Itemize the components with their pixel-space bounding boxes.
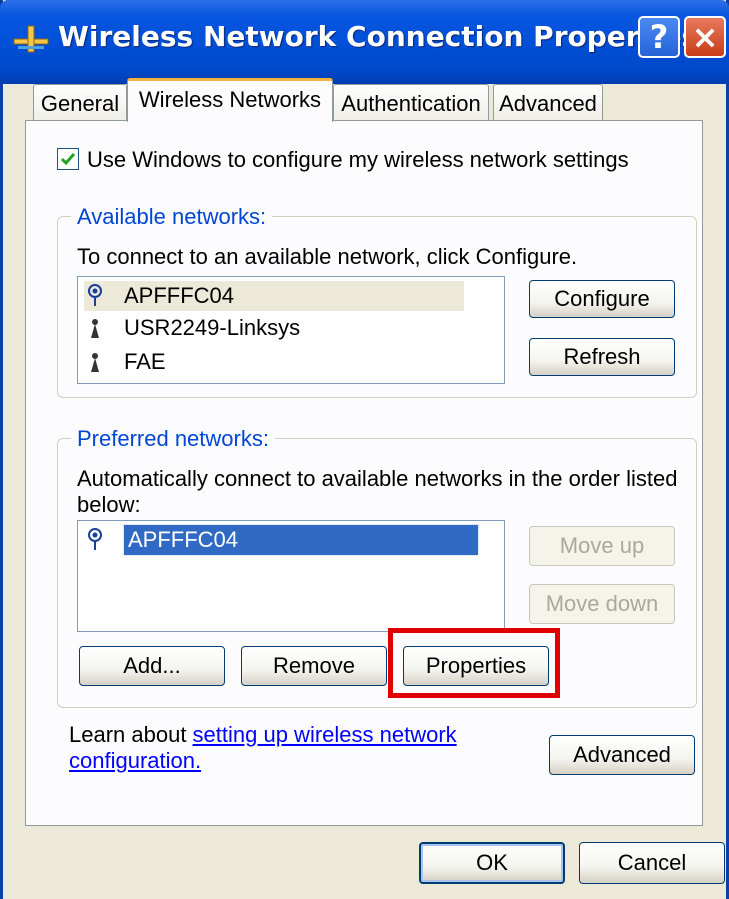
help-button[interactable]: ?	[638, 16, 680, 58]
title-bar[interactable]: Wireless Network Connection Properties ?…	[0, 0, 729, 84]
wireless-preferred-icon	[88, 528, 102, 550]
learn-about-text-line2: configuration.	[69, 748, 201, 774]
available-instructions: To connect to an available network, clic…	[77, 244, 578, 269]
wireless-preferred-icon	[88, 284, 102, 306]
list-item[interactable]: APFFFC04	[84, 281, 464, 311]
preferred-networks-legend: Preferred networks:	[71, 426, 275, 452]
tab-wireless-networks[interactable]: Wireless Networks	[127, 78, 333, 122]
learn-prefix: Learn about	[69, 722, 193, 747]
wireless-config-link-line2[interactable]: configuration.	[69, 748, 201, 773]
move-down-button[interactable]: Move down	[529, 584, 675, 624]
preferred-networks-list[interactable]: APFFFC04	[77, 520, 505, 632]
cancel-button[interactable]: Cancel	[579, 842, 725, 884]
refresh-button[interactable]: Refresh	[529, 338, 675, 376]
advanced-button[interactable]: Advanced	[549, 735, 695, 775]
window-title: Wireless Network Connection Properties	[58, 20, 699, 53]
network-connection-icon	[13, 25, 49, 53]
wireless-antenna-icon	[91, 353, 99, 372]
preferred-instructions-line2: below:	[77, 492, 141, 517]
list-item[interactable]: APFFFC04	[84, 524, 480, 556]
checkmark-icon	[60, 153, 76, 166]
ok-button[interactable]: OK	[419, 842, 565, 884]
configure-button[interactable]: Configure	[529, 280, 675, 318]
use-windows-checkbox[interactable]	[57, 148, 79, 170]
wireless-config-link[interactable]: setting up wireless network	[193, 722, 457, 747]
tab-general[interactable]: General	[33, 84, 127, 120]
close-button[interactable]: ×	[684, 16, 726, 58]
use-windows-label[interactable]: Use Windows to configure my wireless net…	[87, 147, 629, 173]
move-up-button[interactable]: Move up	[529, 526, 675, 566]
available-networks-list[interactable]: APFFFC04 USR2249-Linksys FAE	[77, 276, 505, 384]
properties-dialog: Wireless Network Connection Properties ?…	[0, 0, 729, 899]
properties-highlight	[388, 628, 560, 698]
available-networks-legend: Available networks:	[71, 204, 273, 230]
preferred-instructions-line1: Automatically connect to available netwo…	[77, 466, 678, 491]
add-button[interactable]: Add...	[79, 646, 225, 686]
learn-about-text: Learn about setting up wireless network	[69, 722, 457, 748]
tab-authentication[interactable]: Authentication	[333, 84, 489, 120]
remove-button[interactable]: Remove	[241, 646, 387, 686]
wireless-antenna-icon	[91, 319, 99, 338]
tab-advanced[interactable]: Advanced	[493, 84, 603, 120]
